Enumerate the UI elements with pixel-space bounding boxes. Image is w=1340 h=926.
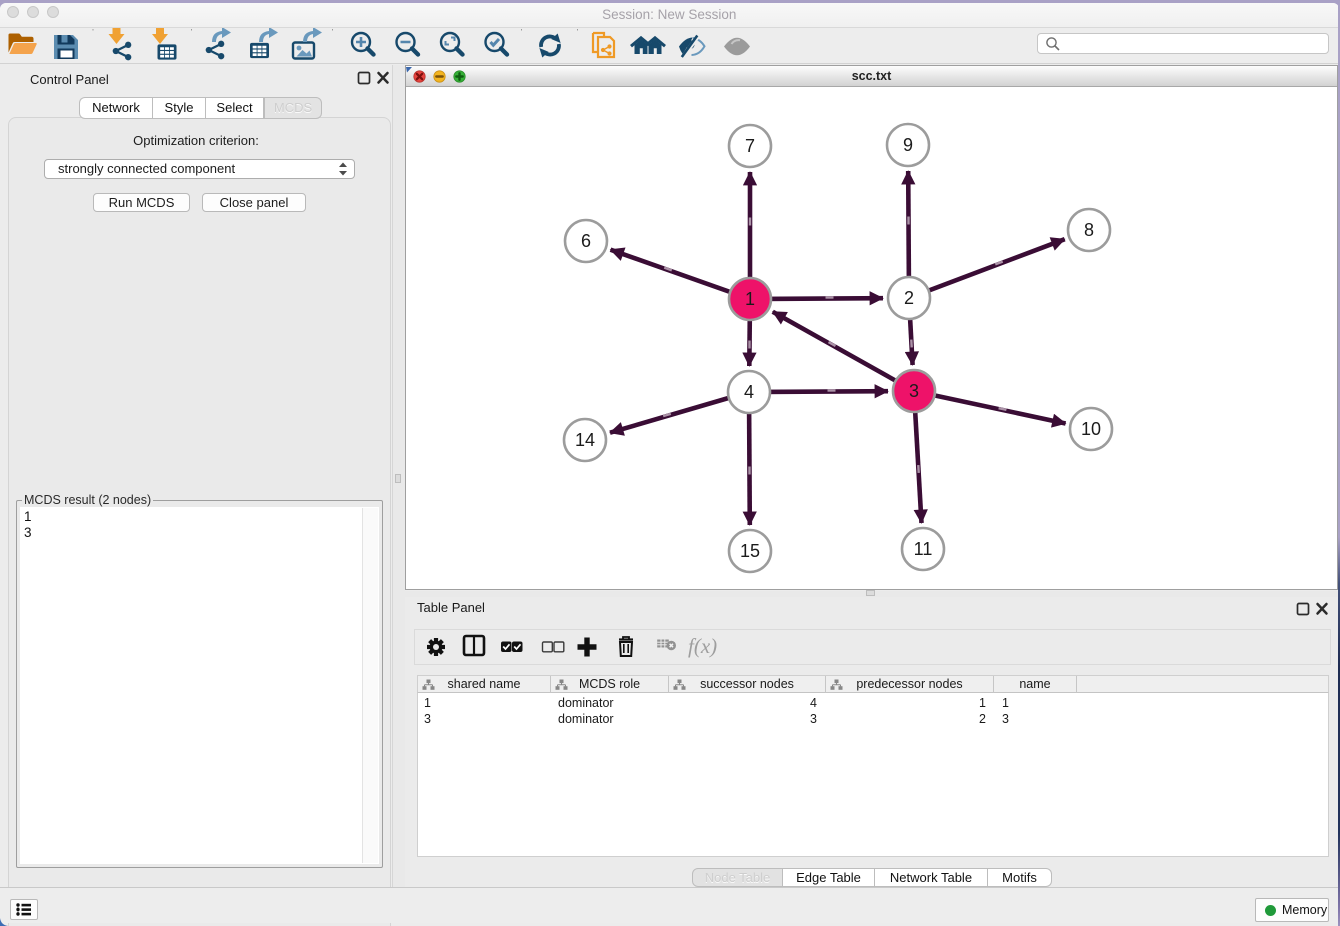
svg-text:14: 14 xyxy=(575,430,595,450)
svg-text:4: 4 xyxy=(744,382,754,402)
svg-text:9: 9 xyxy=(903,135,913,155)
svg-text:6: 6 xyxy=(581,231,591,251)
svg-text:8: 8 xyxy=(1084,220,1094,240)
svg-text:7: 7 xyxy=(745,136,755,156)
svg-text:11: 11 xyxy=(914,539,933,559)
svg-text:15: 15 xyxy=(740,541,760,561)
svg-text:1: 1 xyxy=(745,289,755,309)
svg-text:f(x): f(x) xyxy=(688,634,717,658)
svg-text:2: 2 xyxy=(904,288,914,308)
svg-text:3: 3 xyxy=(909,381,919,401)
svg-text:10: 10 xyxy=(1081,419,1101,439)
